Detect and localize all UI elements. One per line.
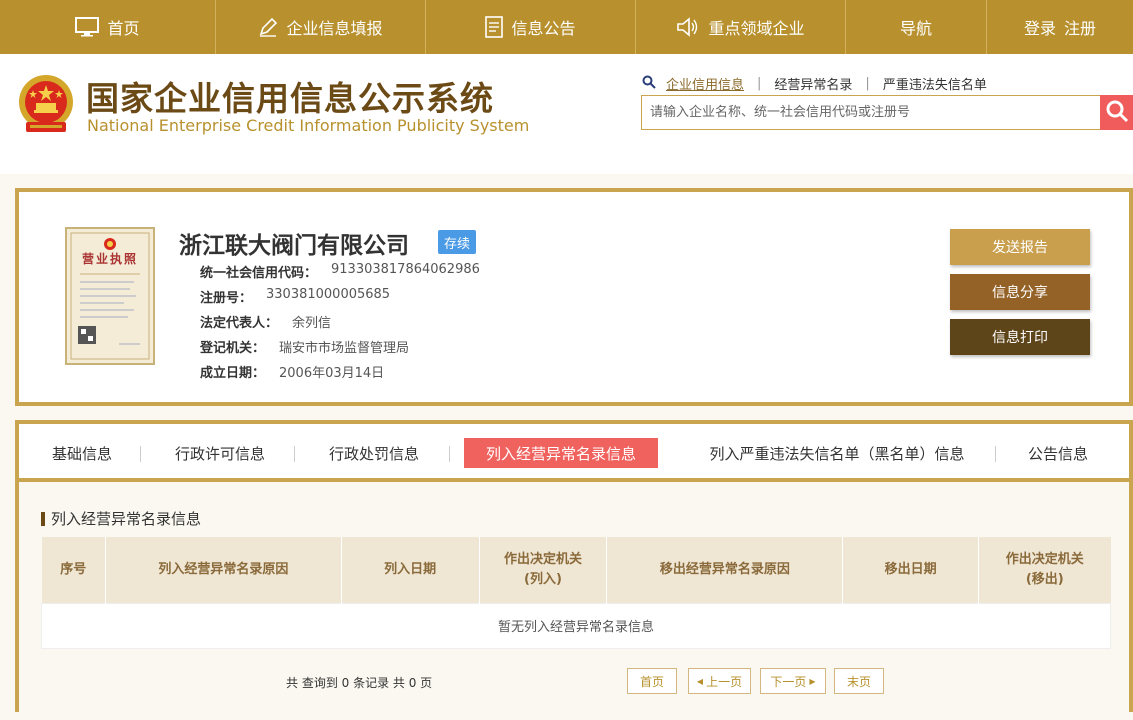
tab-admin-license[interactable]: 行政许可信息 [159, 438, 281, 468]
caret-left-icon: ◀ [696, 676, 704, 686]
tab-blacklist[interactable]: 列入严重违法失信名单（黑名单）信息 [679, 438, 995, 468]
prev-page-button[interactable]: ◀ 上一页 [688, 668, 751, 694]
nav-key-enterprises[interactable]: 重点领域企业 [636, 0, 846, 54]
column-header-authority-out: 作出决定机关 (移出) [978, 537, 1111, 603]
tab-separator [449, 446, 450, 462]
monitor-icon [75, 17, 100, 37]
tab-announcements[interactable]: 公告信息 [1009, 438, 1107, 468]
pagination-summary: 共 查询到 0 条记录 共 0 页 [286, 676, 433, 690]
search-link-abnormal[interactable]: 经营异常名录 [774, 74, 852, 93]
column-header-authority-in: 作出决定机关 (列入) [479, 537, 608, 603]
business-license-image: 营业执照 [64, 226, 156, 366]
search-input[interactable] [642, 96, 1100, 129]
edit-icon [258, 17, 278, 37]
info-label: 注册号： [200, 291, 253, 306]
company-name: 浙江联大阀门有限公司 [179, 233, 409, 259]
info-value: 913303817864062986 [331, 262, 480, 277]
search-box [641, 95, 1101, 130]
site-title: 国家企业信用信息公示系统 [86, 79, 494, 118]
company-info-card: 营业执照 浙江联大阀门有限公司 存续 统一社会信用代码： 91330381786… [15, 188, 1133, 406]
send-report-button[interactable]: 发送报告 [950, 229, 1090, 265]
link-separator: | [865, 76, 870, 91]
nav-fill-report-label: 企业信息填报 [286, 19, 383, 38]
last-page-button[interactable]: 末页 [834, 668, 884, 694]
detail-panel: 基础信息 行政许可信息 行政处罚信息 列入经营异常名录信息 列入严重违法失信名单… [15, 420, 1133, 712]
search-icon [1105, 99, 1129, 127]
info-value: 瑞安市市场监督管理局 [279, 341, 410, 356]
license-title: 营业执照 [81, 252, 138, 266]
info-row-registration-authority: 登记机关： 瑞安市市场监督管理局 [200, 337, 409, 356]
empty-table-message: 暂无列入经营异常名录信息 [41, 602, 1111, 649]
national-emblem-icon [16, 72, 76, 134]
column-header-date-in: 列入日期 [341, 537, 480, 603]
caret-right-icon: ▶ [809, 676, 816, 686]
info-row-established-date: 成立日期： 2006年03月14日 [200, 362, 384, 381]
register-link[interactable]: 注册 [1064, 15, 1096, 39]
nav-home-label: 首页 [107, 19, 140, 38]
info-row-credit-code: 统一社会信用代码： 913303817864062986 [200, 262, 480, 281]
section-marker [41, 511, 45, 526]
nav-announcement-label: 信息公告 [511, 19, 576, 38]
site-header: 国家企业信用信息公示系统 National Enterprise Credit … [0, 54, 1133, 174]
tab-separator [140, 446, 141, 462]
tab-separator [294, 446, 295, 462]
tab-separator [995, 446, 996, 462]
magnifier-icon [642, 75, 656, 93]
tab-bar: 基础信息 行政许可信息 行政处罚信息 列入经营异常名录信息 列入严重违法失信名单… [19, 424, 1129, 482]
table-header-row: 序号 列入经营异常名录原因 列入日期 作出决定机关 (列入) 移出经营异常名录原因… [41, 537, 1111, 603]
document-icon [485, 16, 504, 38]
search-type-links: 企业信用信息 | 经营异常名录 | 严重违法失信名单 [642, 74, 987, 93]
next-page-button[interactable]: 下一页 ▶ [760, 668, 826, 694]
tab-abnormal-list[interactable]: 列入经营异常名录信息 [464, 438, 658, 468]
prev-page-label: 上一页 [706, 674, 743, 689]
info-value: 余列信 [292, 316, 332, 331]
column-header-reason-in: 列入经营异常名录原因 [105, 537, 342, 603]
column-header-date-out: 移出日期 [842, 537, 980, 603]
info-value: 2006年03月14日 [279, 366, 385, 381]
nav-navigation-label: 导航 [899, 19, 932, 38]
first-page-button[interactable]: 首页 [627, 668, 677, 694]
column-header-index: 序号 [41, 537, 106, 603]
site-subtitle: National Enterprise Credit Information P… [87, 116, 530, 135]
tab-admin-penalty[interactable]: 行政处罚信息 [313, 438, 435, 468]
status-badge: 存续 [438, 230, 476, 254]
search-link-blacklist[interactable]: 严重违法失信名单 [883, 74, 987, 93]
section-title-text: 列入经营异常名录信息 [51, 510, 202, 528]
section-title: 列入经营异常名录信息 [41, 508, 201, 529]
next-page-label: 下一页 [770, 674, 807, 689]
table-row: 暂无列入经营异常名录信息 [41, 602, 1111, 649]
info-label: 登记机关： [200, 341, 266, 356]
info-row-legal-rep: 法定代表人： 余列信 [200, 312, 331, 331]
search-link-credit[interactable]: 企业信用信息 [666, 74, 744, 93]
nav-home[interactable]: 首页 [0, 0, 216, 54]
info-row-registration-number: 注册号： 330381000005685 [200, 287, 390, 306]
tab-content: 列入经营异常名录信息 序号 列入经营异常名录原因 列入日期 作出决定机关 (列入)… [19, 482, 1129, 712]
login-link[interactable]: 登录 [1024, 15, 1056, 39]
nav-fill-report[interactable]: 企业信息填报 [216, 0, 426, 54]
nav-account: 登录 注册 [987, 0, 1133, 54]
tab-basic-info[interactable]: 基础信息 [33, 438, 131, 468]
info-label: 成立日期： [200, 366, 266, 381]
nav-navigation[interactable]: 导航 [846, 0, 987, 54]
info-label: 统一社会信用代码： [200, 266, 318, 281]
column-header-reason-out: 移出经营异常名录原因 [606, 537, 844, 603]
abnormal-list-table: 序号 列入经营异常名录原因 列入日期 作出决定机关 (列入) 移出经营异常名录原因… [41, 537, 1111, 649]
top-nav: 首页 企业信息填报 信息公告 重点领域企业 导航 登录 注册 [0, 0, 1133, 54]
print-info-button[interactable]: 信息打印 [950, 319, 1090, 355]
search-button[interactable] [1100, 95, 1133, 130]
info-value: 330381000005685 [266, 287, 391, 302]
share-info-button[interactable]: 信息分享 [950, 274, 1090, 310]
nav-key-enterprises-label: 重点领域企业 [708, 19, 805, 38]
speaker-icon [676, 17, 700, 37]
nav-announcement[interactable]: 信息公告 [426, 0, 636, 54]
link-separator: | [757, 76, 762, 91]
info-label: 法定代表人： [200, 316, 279, 331]
